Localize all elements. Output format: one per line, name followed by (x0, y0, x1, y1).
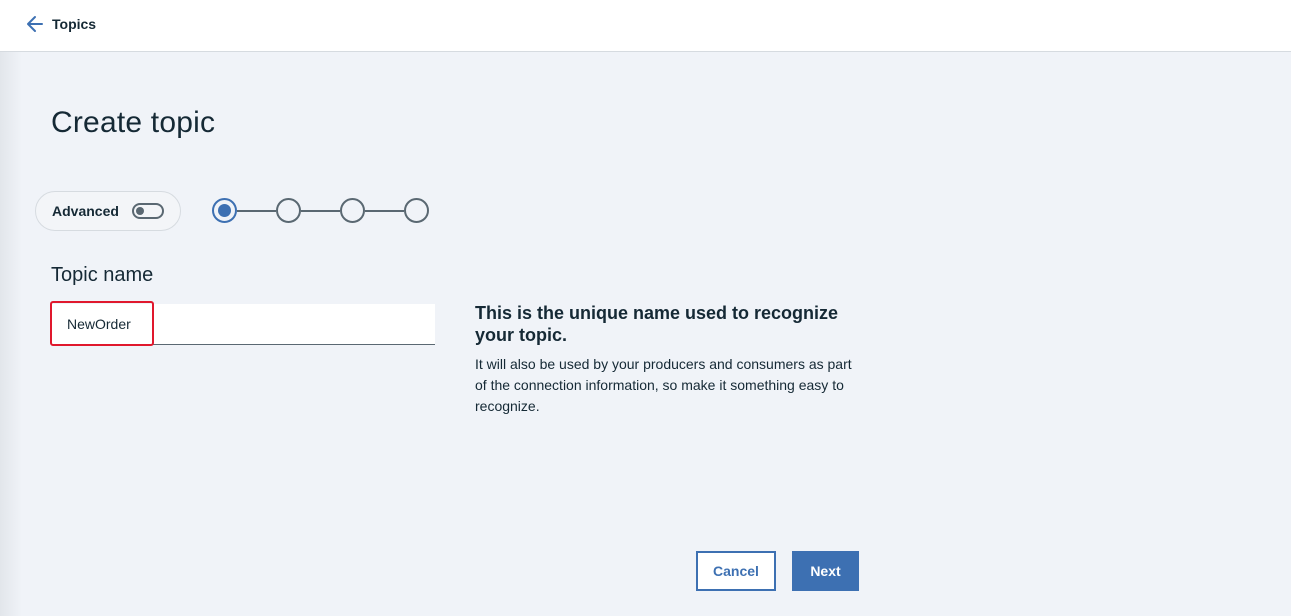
page-title: Create topic (51, 106, 216, 139)
topic-name-label: Topic name (51, 264, 154, 286)
step-connector (301, 210, 340, 212)
progress-stepper (212, 198, 432, 224)
help-title: This is the unique name used to recogniz… (475, 303, 839, 345)
step-3[interactable] (340, 198, 365, 223)
toggle-knob (136, 207, 144, 215)
left-edge-shade (0, 52, 22, 616)
step-4[interactable] (404, 198, 429, 223)
step-1[interactable] (212, 198, 237, 223)
advanced-toggle-container: Advanced (35, 191, 181, 231)
back-link-label: Topics (52, 16, 97, 32)
advanced-toggle[interactable] (132, 203, 164, 219)
cancel-button[interactable]: Cancel (696, 551, 776, 591)
topic-name-input[interactable] (52, 304, 435, 345)
back-to-topics-link[interactable]: Topics (26, 13, 96, 35)
help-text: It will also be used by your producers a… (475, 356, 852, 414)
step-2[interactable] (276, 198, 301, 223)
top-bar: Topics (0, 0, 1291, 52)
step-connector (237, 210, 276, 212)
next-button[interactable]: Next (792, 551, 859, 591)
step-connector (365, 210, 404, 212)
arrow-left-icon (27, 16, 43, 32)
advanced-label: Advanced (52, 203, 119, 219)
current-step-dot (218, 204, 231, 217)
